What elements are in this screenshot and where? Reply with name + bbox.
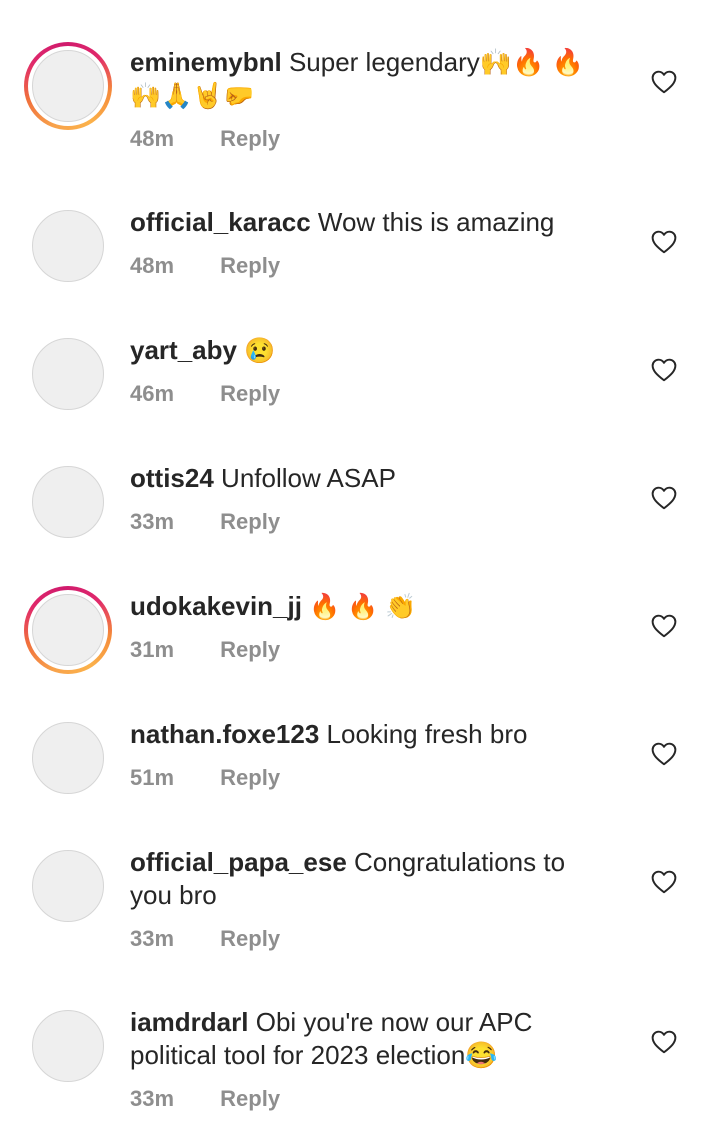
reply-button[interactable]: Reply <box>220 381 280 406</box>
comment-body: 🔥 🔥 👏 <box>309 593 417 621</box>
comment-body-line2: 🙌🙏🤘🤛 <box>130 82 255 110</box>
comment-username[interactable]: iamdrdarl <box>130 1007 249 1037</box>
comment-body: Wow this is amazing <box>317 207 555 237</box>
avatar[interactable] <box>24 42 112 130</box>
reply-button[interactable]: Reply <box>220 509 280 534</box>
comment-text: nathan.foxe123 Looking fresh bro <box>130 718 600 751</box>
comment-meta: 33m Reply <box>130 509 280 535</box>
reply-button[interactable]: Reply <box>220 637 280 662</box>
heart-outline-icon <box>651 1030 677 1054</box>
comment-username[interactable]: nathan.foxe123 <box>130 719 319 749</box>
avatar[interactable] <box>24 586 112 674</box>
comment-meta: 33m Reply <box>130 926 280 952</box>
comment-time: 33m <box>130 926 175 951</box>
reply-button[interactable]: Reply <box>220 253 280 278</box>
comment-time: 48m <box>130 126 175 151</box>
comment-body: 😢 <box>244 337 276 365</box>
comment-text: official_karacc Wow this is amazing <box>130 206 600 239</box>
like-button[interactable] <box>651 486 677 510</box>
comment-time: 31m <box>130 637 175 662</box>
comment-text: yart_aby 😢 <box>130 334 600 368</box>
heart-outline-icon <box>651 358 677 382</box>
avatar-image <box>32 50 104 122</box>
comment-text: iamdrdarl Obi you're now our APC politic… <box>130 1006 600 1072</box>
heart-outline-icon <box>651 870 677 894</box>
avatar[interactable] <box>32 466 104 538</box>
comment-time: 33m <box>130 1086 175 1111</box>
like-button[interactable] <box>651 742 677 766</box>
comment-meta: 48m Reply <box>130 253 280 279</box>
heart-outline-icon <box>651 230 677 254</box>
comment-username[interactable]: ottis24 <box>130 463 214 493</box>
comment-username[interactable]: official_karacc <box>130 207 311 237</box>
reply-button[interactable]: Reply <box>220 926 280 951</box>
comment-time: 46m <box>130 381 175 406</box>
avatar[interactable] <box>32 338 104 410</box>
like-button[interactable] <box>651 614 677 638</box>
like-button[interactable] <box>651 870 677 894</box>
comment-username[interactable]: official_papa_ese <box>130 847 347 877</box>
comments-list: eminemybnl Super legendary🙌🔥 🔥 🙌🙏🤘🤛 48m … <box>0 0 720 1134</box>
reply-button[interactable]: Reply <box>220 126 280 151</box>
comment-meta: 46m Reply <box>130 381 280 407</box>
comment-text: eminemybnl Super legendary🙌🔥 🔥 🙌🙏🤘🤛 <box>130 46 600 113</box>
comment-time: 51m <box>130 765 175 790</box>
avatar[interactable] <box>32 210 104 282</box>
avatar[interactable] <box>32 1010 104 1082</box>
avatar[interactable] <box>32 850 104 922</box>
comment-time: 33m <box>130 509 175 534</box>
reply-button[interactable]: Reply <box>220 1086 280 1111</box>
comment-text: ottis24 Unfollow ASAP <box>130 462 600 495</box>
comment-username[interactable]: yart_aby <box>130 335 237 365</box>
avatar[interactable] <box>32 722 104 794</box>
comment-time: 48m <box>130 253 175 278</box>
comment-body: Unfollow ASAP <box>221 463 396 493</box>
comment-text: official_papa_ese Congratulations to you… <box>130 846 600 912</box>
comment-meta: 51m Reply <box>130 765 280 791</box>
like-button[interactable] <box>651 70 677 94</box>
comment-text: udokakevin_jj 🔥 🔥 👏 <box>130 590 600 624</box>
comment-body: Super legendary🙌🔥 🔥 <box>288 47 585 77</box>
avatar-image <box>32 594 104 666</box>
comment-meta: 33m Reply <box>130 1086 280 1112</box>
reply-button[interactable]: Reply <box>220 765 280 790</box>
heart-outline-icon <box>651 742 677 766</box>
comment-meta: 48m Reply <box>130 126 280 152</box>
like-button[interactable] <box>651 1030 677 1054</box>
like-button[interactable] <box>651 230 677 254</box>
heart-outline-icon <box>651 614 677 638</box>
comment-username[interactable]: udokakevin_jj <box>130 591 302 621</box>
heart-outline-icon <box>651 486 677 510</box>
comment-meta: 31m Reply <box>130 637 280 663</box>
comment-body: Looking fresh bro <box>326 719 528 749</box>
like-button[interactable] <box>651 358 677 382</box>
comment-username[interactable]: eminemybnl <box>130 47 282 77</box>
heart-outline-icon <box>651 70 677 94</box>
